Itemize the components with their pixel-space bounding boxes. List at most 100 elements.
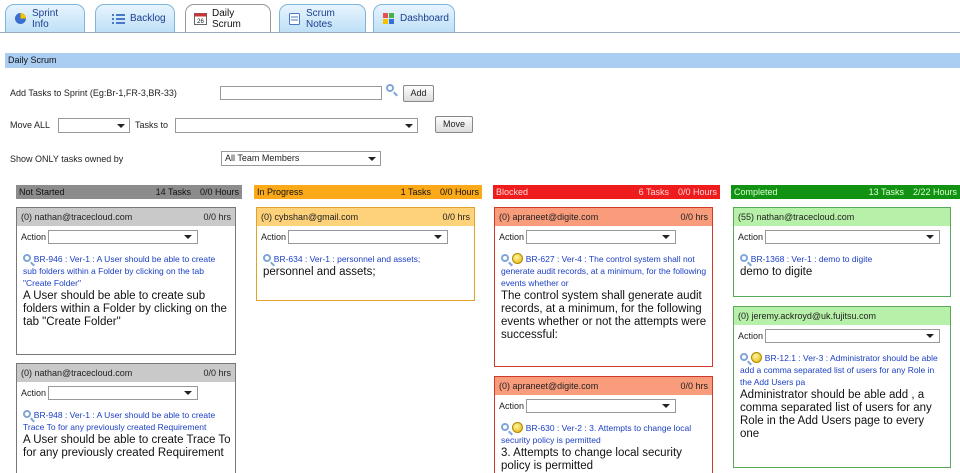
task-card-header: (0) apraneet@digite.com 0/0 hrs (495, 208, 712, 226)
column-hours: 2/22 Hours (912, 187, 957, 197)
task-owner: (0) apraneet@digite.com (499, 212, 599, 222)
task-card-header: (0) jeremy.ackroyd@uk.fujitsu.com (734, 307, 950, 325)
task-action-row: Action (734, 325, 950, 347)
tasks-to-label: Tasks to (135, 120, 169, 130)
column-hours: 0/0 Hours (677, 187, 717, 197)
search-icon[interactable] (263, 254, 271, 262)
action-select[interactable] (526, 399, 677, 413)
task-card-header: (0) nathan@tracecloud.com 0/0 hrs (17, 208, 235, 226)
add-tasks-input[interactable] (220, 86, 382, 100)
chevron-down-icon (662, 404, 671, 408)
task-card[interactable]: (0) nathan@tracecloud.com 0/0 hrs Action… (16, 207, 236, 355)
move-all-select[interactable] (58, 118, 130, 133)
task-link[interactable]: BR-627 : Ver-4 : The control system shal… (501, 254, 706, 288)
task-hours: 0/0 hrs (203, 368, 231, 378)
tab-backlog[interactable]: Backlog (95, 4, 175, 32)
owner-select-value: All Team Members (225, 153, 300, 163)
task-hours: 0/0 hrs (680, 381, 708, 391)
column-hours: 0/0 Hours (439, 187, 479, 197)
action-select[interactable] (526, 230, 677, 244)
task-action-row: Action (17, 226, 235, 248)
column-title: In Progress (257, 187, 304, 197)
dashboard-icon (382, 12, 395, 25)
column-task-count: 1 Tasks (400, 187, 431, 197)
action-select[interactable] (48, 386, 199, 400)
section-title: Daily Scrum (5, 53, 960, 68)
column-title: Blocked (496, 187, 529, 197)
smiley-icon (512, 253, 523, 264)
move-button[interactable]: Move (435, 116, 473, 133)
chevron-down-icon (405, 124, 413, 128)
add-button[interactable]: Add (403, 85, 434, 102)
task-card-header: (55) nathan@tracecloud.com (734, 208, 950, 226)
task-card-header: (0) apraneet@digite.com 0/0 hrs (495, 377, 712, 395)
action-select[interactable] (765, 329, 941, 343)
search-icon[interactable] (23, 410, 31, 418)
chevron-down-icon (184, 391, 193, 395)
backlog-list-icon (112, 12, 125, 25)
task-owner: (0) apraneet@digite.com (499, 381, 599, 391)
action-label: Action (21, 388, 47, 398)
search-icon[interactable] (501, 423, 509, 431)
search-icon[interactable] (740, 353, 748, 361)
column-hours: 0/0 Hours (199, 187, 239, 197)
task-link[interactable]: BR-948 : Ver-1 : A User should be able t… (23, 410, 215, 432)
task-owner: (0) cybshan@gmail.com (261, 212, 359, 222)
sprint-info-icon (14, 12, 27, 25)
task-card[interactable]: (0) apraneet@digite.com 0/0 hrs Action B… (494, 207, 713, 367)
action-select[interactable] (765, 230, 941, 244)
action-select[interactable] (288, 230, 449, 244)
task-link[interactable]: BR-1368 : Ver-1 : demo to digite (751, 254, 872, 264)
tab-sprint-info[interactable]: Sprint Info (5, 4, 85, 32)
task-link[interactable]: BR-946 : Ver-1 : A User should be able t… (23, 254, 215, 288)
notes-icon (288, 12, 301, 25)
task-action-row: Action (257, 226, 474, 248)
tab-scrum-notes[interactable]: Scrum Notes (279, 4, 366, 32)
tab-dashboard[interactable]: Dashboard (373, 4, 455, 32)
task-link[interactable]: BR-630 : Ver-2 : 3. Attempts to change l… (501, 423, 691, 445)
task-card[interactable]: (0) jeremy.ackroyd@uk.fujitsu.com Action… (733, 306, 951, 468)
column-task-count: 14 Tasks (155, 187, 191, 197)
task-card[interactable]: (0) nathan@tracecloud.com 0/0 hrs Action… (16, 363, 236, 473)
task-hours: 0/0 hrs (680, 212, 708, 222)
task-description: A User should be able to create Trace To… (23, 434, 231, 459)
add-tasks-label: Add Tasks to Sprint (Eg:Br-1,FR-3,BR-33) (10, 88, 177, 98)
task-card-header: (0) nathan@tracecloud.com 0/0 hrs (17, 364, 235, 382)
task-description: demo to digite (740, 266, 813, 278)
task-owner: (0) nathan@tracecloud.com (21, 212, 133, 222)
tab-backlog-label: Backlog (130, 13, 166, 24)
chevron-down-icon (368, 157, 376, 161)
search-icon[interactable] (23, 254, 31, 262)
chevron-down-icon (184, 235, 193, 239)
task-owner: (0) nathan@tracecloud.com (21, 368, 133, 378)
tab-bar: Sprint Info Backlog 26 Daily Scrum Scrum… (0, 0, 960, 36)
tab-dashboard-label: Dashboard (400, 13, 449, 24)
column-header-not-started: Not Started 14 Tasks 0/0 Hours (16, 185, 242, 199)
tab-daily-scrum[interactable]: 26 Daily Scrum (185, 4, 271, 32)
task-link[interactable]: BR-12.1 : Ver-3 : Administrator should b… (740, 353, 938, 387)
svg-text:26: 26 (197, 19, 204, 25)
task-card[interactable]: (0) apraneet@digite.com 0/0 hrs Action B… (494, 376, 713, 473)
action-label: Action (21, 232, 47, 242)
task-card-header: (0) cybshan@gmail.com 0/0 hrs (257, 208, 474, 226)
owner-select[interactable]: All Team Members (221, 151, 381, 166)
action-label: Action (738, 331, 764, 341)
task-card[interactable]: (55) nathan@tracecloud.com Action BR-136… (733, 207, 951, 297)
chevron-down-icon (117, 124, 125, 128)
task-link[interactable]: BR-634 : Ver-1 : personnel and assets; (274, 254, 420, 264)
task-description: personnel and assets; (263, 266, 376, 278)
show-only-label: Show ONLY tasks owned by (10, 154, 124, 164)
tasks-to-select[interactable] (175, 118, 418, 133)
add-tasks-search-icon[interactable] (386, 84, 394, 95)
smiley-icon (751, 352, 762, 363)
tab-divider (0, 32, 960, 33)
chevron-down-icon (434, 235, 443, 239)
chevron-down-icon (926, 334, 935, 338)
task-card[interactable]: (0) cybshan@gmail.com 0/0 hrs Action BR-… (256, 207, 475, 301)
search-icon[interactable] (501, 254, 509, 262)
search-icon[interactable] (740, 254, 748, 262)
action-label: Action (499, 232, 525, 242)
move-all-label: Move ALL (10, 120, 51, 130)
column-task-count: 6 Tasks (638, 187, 669, 197)
action-select[interactable] (48, 230, 199, 244)
